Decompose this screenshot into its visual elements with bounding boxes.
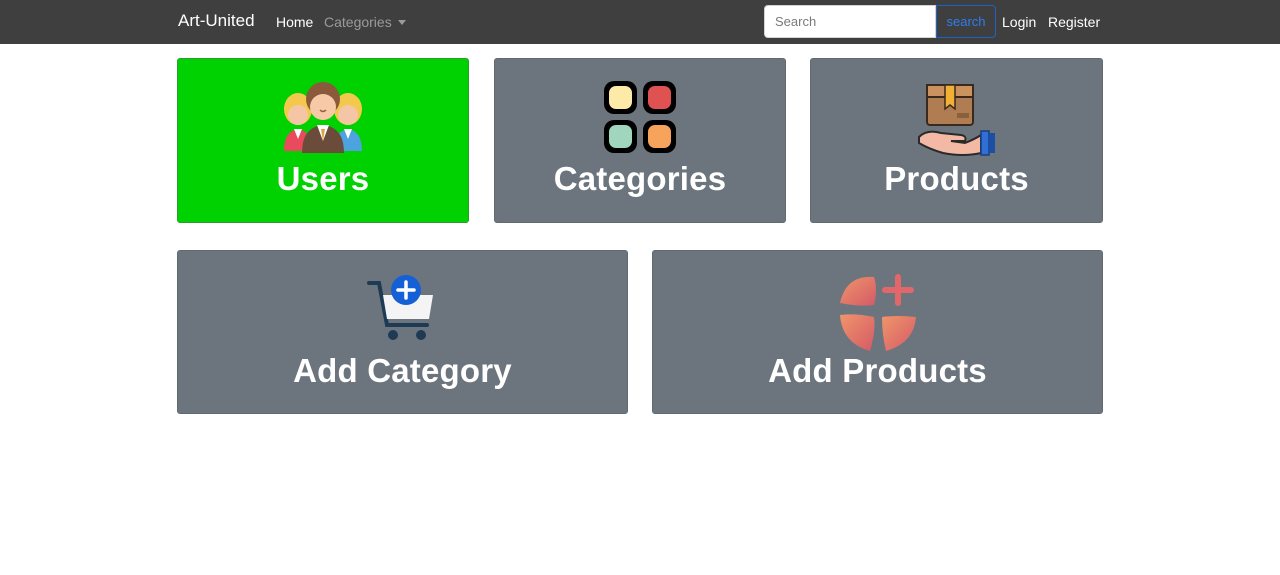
- nav-home-link[interactable]: Home: [276, 14, 313, 30]
- search-input[interactable]: [764, 5, 936, 38]
- categories-grid-icon: [604, 81, 676, 153]
- add-category-card-label: Add Category: [293, 352, 512, 389]
- add-category-card[interactable]: Add Category: [177, 250, 628, 414]
- caret-down-icon: [397, 20, 406, 25]
- categories-card-label: Categories: [553, 160, 727, 197]
- cart-plus-icon: [366, 275, 433, 340]
- box-hand-icon: [917, 84, 995, 156]
- nav-categories-label: Categories: [324, 14, 392, 30]
- brand-link[interactable]: Art-United: [178, 11, 255, 31]
- add-products-card-label: Add Products: [768, 352, 987, 389]
- products-card-label: Products: [884, 160, 1029, 197]
- register-link[interactable]: Register: [1048, 14, 1100, 30]
- login-link[interactable]: Login: [1002, 14, 1036, 30]
- petals-plus-icon: [839, 274, 916, 351]
- search-button[interactable]: search: [936, 5, 996, 38]
- users-group-icon: [284, 82, 362, 153]
- nav-categories-dropdown[interactable]: Categories: [324, 14, 406, 30]
- users-card[interactable]: Users: [177, 58, 469, 223]
- add-products-card[interactable]: Add Products: [652, 250, 1103, 414]
- products-card[interactable]: Products: [810, 58, 1103, 223]
- users-card-label: Users: [276, 160, 370, 197]
- navbar: Art-United Home Categories search Login …: [0, 0, 1280, 44]
- categories-card[interactable]: Categories: [494, 58, 786, 223]
